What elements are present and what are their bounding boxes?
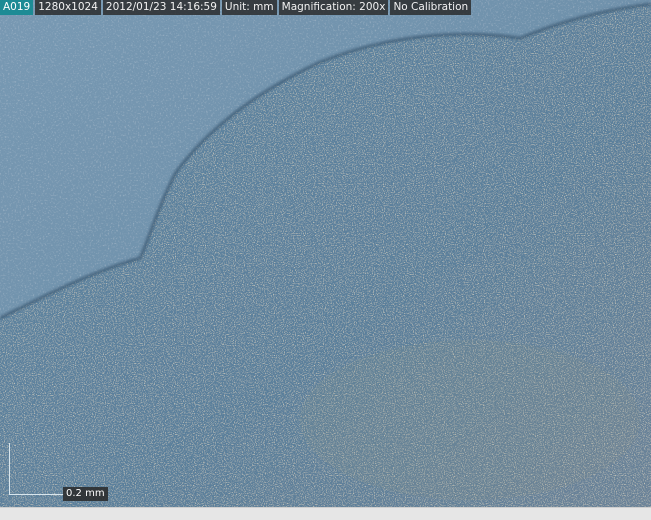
unit-label: Unit: mm [221,0,277,15]
microscope-image [0,0,651,507]
warm-patch [300,340,640,500]
scale-bar-vertical [9,443,10,495]
scale-bar-horizontal [9,494,64,495]
magnification-label: Magnification: 200x [278,0,389,15]
resolution-label: 1280x1024 [35,0,101,15]
info-bar: A019 1280x1024 2012/01/23 14:16:59 Unit:… [0,0,472,15]
image-id-badge: A019 [0,0,34,15]
scale-bar [9,443,65,495]
scale-label: 0.2 mm [63,487,108,501]
calibration-label: No Calibration [390,0,472,15]
bottom-strip [0,507,651,520]
timestamp-label: 2012/01/23 14:16:59 [102,0,220,15]
microscope-viewer: A019 1280x1024 2012/01/23 14:16:59 Unit:… [0,0,651,520]
